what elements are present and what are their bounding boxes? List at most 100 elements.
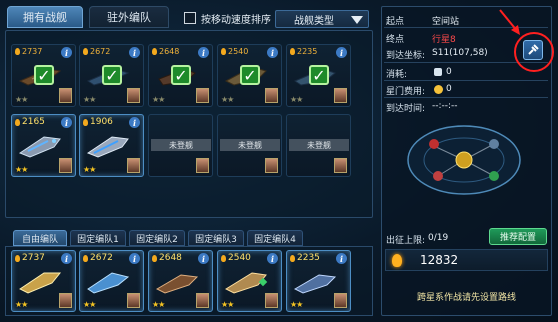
info-icon[interactable]: i xyxy=(198,253,209,264)
formation-slot-1[interactable]: 2737 i ★★ xyxy=(11,250,76,312)
ship-stars: ★★ xyxy=(15,165,28,174)
owned-ship-slot-9[interactable]: 未登舰 xyxy=(217,114,282,177)
captain-avatar xyxy=(127,88,140,103)
divider xyxy=(384,80,548,81)
arrival-time-value: --:--:-- xyxy=(432,101,458,111)
ship-stars: ★★ xyxy=(15,95,28,104)
owned-ship-slot-4[interactable]: 2540 i ✓ ★★ xyxy=(217,44,282,107)
ship-power: 2737 xyxy=(15,47,42,56)
owned-ship-slot-10[interactable]: 未登舰 xyxy=(286,114,351,177)
ship-power: 2165 xyxy=(15,117,45,127)
info-icon[interactable]: i xyxy=(61,253,72,264)
ship-power: 2737 xyxy=(15,253,45,263)
owned-ship-slot-3[interactable]: 2648 i ✓ ★★ xyxy=(148,44,213,107)
formation-slot-5[interactable]: 2235 i ★★ xyxy=(286,250,351,312)
tab-fixed-formation-2[interactable]: 固定编队2 xyxy=(129,230,185,246)
gate-fee-value: 0 xyxy=(446,84,452,94)
info-icon[interactable]: i xyxy=(198,47,209,58)
power-flame-icon xyxy=(221,48,226,55)
ship-type-dropdown-label: 战舰类型 xyxy=(294,15,334,27)
sort-by-speed-label: 按移动速度排序 xyxy=(201,15,271,26)
red-arrow-icon xyxy=(499,9,520,35)
ship-image xyxy=(18,136,61,158)
ship-image xyxy=(224,272,268,294)
info-icon[interactable]: i xyxy=(129,117,140,128)
captain-avatar xyxy=(59,158,72,173)
ship-image xyxy=(87,272,130,294)
power-flame-icon xyxy=(152,254,157,262)
arrival-coord-label: 到达坐标: xyxy=(386,51,426,61)
info-icon[interactable]: i xyxy=(129,47,140,58)
power-flame-icon xyxy=(392,254,402,267)
tab-free-formation[interactable]: 自由编队 xyxy=(13,230,67,246)
total-power-box: 12832 xyxy=(385,249,548,271)
selected-check-icon: ✓ xyxy=(309,65,329,85)
galaxy-map[interactable] xyxy=(404,120,524,200)
owned-ship-slot-7[interactable]: 1906 i ★★ xyxy=(79,114,144,177)
info-icon[interactable]: i xyxy=(61,117,72,128)
captain-avatar xyxy=(334,88,347,103)
ship-image xyxy=(155,274,199,294)
route-hint-text: 跨星系作战请先设置路线 xyxy=(416,293,516,303)
divider xyxy=(384,97,548,98)
info-icon[interactable]: i xyxy=(129,253,140,264)
tab-fixed-formation-1[interactable]: 固定编队1 xyxy=(70,230,126,246)
selected-check-icon: ✓ xyxy=(171,65,191,85)
owned-ship-slot-2[interactable]: 2672 i ✓ ★★ xyxy=(79,44,144,107)
destination-value: 行星8 xyxy=(432,35,456,45)
ship-type-dropdown[interactable]: 战舰类型 xyxy=(275,10,369,28)
info-icon[interactable]: i xyxy=(336,47,347,58)
owned-ship-slot-5[interactable]: 2235 i ✓ ★★ xyxy=(286,44,351,107)
tab-stationed-fleet[interactable]: 驻外编队 xyxy=(89,6,169,28)
ship-stars: ★★ xyxy=(152,95,165,104)
info-icon[interactable]: i xyxy=(61,47,72,58)
set-route-button[interactable] xyxy=(523,40,543,60)
info-icon[interactable]: i xyxy=(336,253,347,264)
ship-power: 2672 xyxy=(83,253,113,263)
owned-ship-slot-8[interactable]: 未登舰 xyxy=(148,114,213,177)
tab-fixed-formation-4[interactable]: 固定编队4 xyxy=(247,230,303,246)
destination-label: 终点 xyxy=(386,35,405,45)
captain-avatar xyxy=(59,293,72,308)
info-icon[interactable]: i xyxy=(267,253,278,264)
launch-limit-value: 0/19 xyxy=(428,233,449,243)
recommend-config-button[interactable]: 推荐配置 xyxy=(489,228,547,245)
sort-by-speed-checkbox[interactable] xyxy=(184,12,196,24)
formation-slot-4[interactable]: 2540 i ★★ xyxy=(217,250,282,312)
captain-avatar xyxy=(59,88,72,103)
ship-power: 2648 xyxy=(152,253,182,263)
ship-power: 2540 xyxy=(221,47,248,56)
ship-stars: ★★ xyxy=(221,300,234,309)
selected-check-icon: ✓ xyxy=(240,65,260,85)
formation-slot-3[interactable]: 2648 i ★★ xyxy=(148,250,213,312)
owned-ship-slot-1[interactable]: 2737 i ✓ ★★ xyxy=(11,44,76,107)
ship-image xyxy=(293,274,337,294)
tab-fixed-formation-3[interactable]: 固定编队3 xyxy=(188,230,244,246)
ship-power: 2648 xyxy=(152,47,179,56)
info-icon[interactable]: i xyxy=(267,47,278,58)
origin-label: 起点 xyxy=(386,17,405,27)
ship-stars: ★★ xyxy=(83,95,96,104)
formation-slot-2[interactable]: 2672 i ★★ xyxy=(79,250,144,312)
owned-ship-slot-6[interactable]: 2165 i ★★ xyxy=(11,114,76,177)
ship-stars: ★★ xyxy=(83,300,96,309)
chevron-down-icon xyxy=(351,16,363,24)
power-flame-icon xyxy=(83,118,88,126)
selected-check-icon: ✓ xyxy=(34,65,54,85)
ship-power: 2235 xyxy=(290,253,320,263)
captain-avatar xyxy=(334,293,347,308)
tab-owned-ships[interactable]: 拥有战舰 xyxy=(7,6,83,28)
ship-image xyxy=(19,272,62,294)
power-flame-icon xyxy=(221,254,226,262)
cost-value: 0 xyxy=(446,67,452,77)
satellite-icon xyxy=(528,44,539,55)
origin-value: 空间站 xyxy=(432,17,460,27)
not-boarded-label: 未登舰 xyxy=(220,139,280,151)
captain-avatar xyxy=(265,88,278,103)
ship-power: 2235 xyxy=(290,47,317,56)
captain-avatar xyxy=(334,158,347,173)
ship-power: 2672 xyxy=(83,47,110,56)
captain-avatar xyxy=(265,293,278,308)
launch-limit-label: 出征上限: xyxy=(386,236,426,246)
cost-label: 消耗: xyxy=(386,70,408,80)
